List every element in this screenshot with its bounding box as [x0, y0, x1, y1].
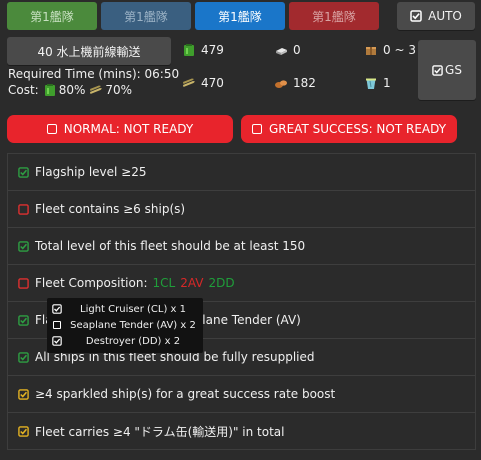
- mission-label: 40 水上機前線輸送: [37, 44, 141, 59]
- tooltip-row-label: Light Cruiser (CL) x 1: [80, 303, 186, 315]
- resource-bauxite-value: 182: [293, 76, 316, 90]
- checkbox-icon: [251, 124, 262, 134]
- check-icon: [52, 304, 62, 314]
- condition-row: Flagship level ≥25: [8, 154, 475, 191]
- unchecked-box-icon: [18, 277, 29, 289]
- checkbox-icon: [432, 64, 443, 76]
- resource-fuel: 479: [182, 43, 224, 57]
- check-icon: [18, 240, 29, 252]
- bucket-icon: [366, 78, 376, 89]
- condition-text: Flagship level ≥25: [35, 165, 147, 179]
- fleet-tab-label: 第1艦隊: [30, 9, 74, 24]
- check-icon: [18, 166, 29, 178]
- tooltip-row: Seaplane Tender (AV) x 2: [51, 317, 199, 333]
- fleet-composition-tooltip: Light Cruiser (CL) x 1 Seaplane Tender (…: [47, 298, 203, 353]
- resource-box-value: 0 ~ 3: [383, 43, 416, 57]
- tooltip-row-label: Destroyer (DD) x 2: [85, 335, 181, 347]
- gs-toggle-button[interactable]: GS: [418, 40, 476, 100]
- check-icon: [18, 314, 29, 326]
- condition-text: Fleet carries ≥4 "ドラム缶(輸送用)" in total: [35, 425, 285, 439]
- resource-ammo-value: 470: [201, 76, 224, 90]
- fleet-tab-1[interactable]: 第1艦隊: [7, 2, 97, 30]
- checkbox-icon: [46, 124, 57, 134]
- fleet-tab-label: 第1艦隊: [312, 9, 356, 24]
- tooltip-row-label: Seaplane Tender (AV) x 2: [70, 319, 196, 331]
- fleet-tab-label: 第1艦隊: [124, 9, 168, 24]
- cost-prefix: Cost:: [8, 83, 39, 97]
- ammo-icon: [90, 85, 103, 94]
- fleet-tab-2[interactable]: 第1艦隊: [101, 2, 191, 30]
- gs-label: GS: [445, 63, 462, 77]
- tooltip-row: Light Cruiser (CL) x 1: [51, 301, 199, 317]
- condition-text: Total level of this fleet should be at l…: [35, 239, 306, 253]
- great-success-status-label: GREAT SUCCESS: NOT READY: [268, 122, 447, 136]
- condition-text: Fleet Composition:: [35, 276, 148, 290]
- mission-select-button[interactable]: 40 水上機前線輸送: [7, 37, 171, 65]
- fleet-tab-label: 第1艦隊: [218, 9, 262, 24]
- condition-row: Total level of this fleet should be at l…: [8, 228, 475, 265]
- normal-status-button[interactable]: NORMAL: NOT READY: [7, 115, 233, 143]
- check-icon: [52, 336, 62, 346]
- great-success-status-button[interactable]: GREAT SUCCESS: NOT READY: [241, 115, 457, 143]
- condition-row: Fleet contains ≥6 ship(s): [8, 191, 475, 228]
- fuel-icon: [184, 44, 194, 56]
- composition-tag: 2AV: [180, 276, 204, 290]
- normal-status-label: NORMAL: NOT READY: [63, 122, 194, 136]
- cost-ammo: 70%: [105, 83, 133, 97]
- bauxite-icon: [275, 80, 287, 88]
- condition-row: ≥4 sparkled ship(s) for a great success …: [8, 376, 475, 413]
- resource-bucket: 1: [364, 76, 391, 90]
- resource-box: 0 ~ 3: [364, 43, 416, 57]
- check-icon: [18, 388, 29, 400]
- composition-tag: 1CL: [152, 276, 176, 290]
- cost-line: Cost: 80% 70%: [8, 83, 132, 97]
- condition-text: ≥4 sparkled ship(s) for a great success …: [35, 387, 336, 401]
- condition-text: Fleet contains ≥6 ship(s): [35, 202, 186, 216]
- ammo-icon: [183, 78, 195, 87]
- composition-tag: 2DD: [208, 276, 235, 290]
- steel-icon: [276, 48, 287, 55]
- unchecked-box-icon: [53, 321, 61, 329]
- resource-steel-value: 0: [293, 43, 301, 57]
- fleet-tab-3[interactable]: 第1艦隊: [195, 2, 285, 30]
- condition-row: Fleet carries ≥4 "ドラム缶(輸送用)" in total: [8, 413, 475, 450]
- resource-steel: 0: [274, 43, 301, 57]
- unchecked-box-icon: [18, 203, 29, 215]
- tooltip-row: Destroyer (DD) x 2: [51, 333, 199, 349]
- check-icon: [18, 351, 29, 363]
- checkbox-icon: [410, 10, 422, 22]
- auto-label: AUTO: [428, 9, 462, 23]
- auto-button[interactable]: AUTO: [397, 2, 475, 30]
- fuel-icon: [44, 84, 55, 96]
- resource-bauxite: 182: [274, 76, 316, 90]
- resource-fuel-value: 479: [201, 43, 224, 57]
- cost-fuel: 80%: [58, 83, 86, 97]
- resource-ammo: 470: [182, 76, 224, 90]
- box-icon: [366, 47, 376, 55]
- condition-row: Fleet Composition: 1CL 2AV 2DD: [8, 265, 475, 302]
- check-icon: [18, 426, 29, 437]
- resource-bucket-value: 1: [383, 76, 391, 90]
- required-time: Required Time (mins): 06:50: [8, 67, 180, 81]
- fleet-tab-4[interactable]: 第1艦隊: [289, 2, 379, 30]
